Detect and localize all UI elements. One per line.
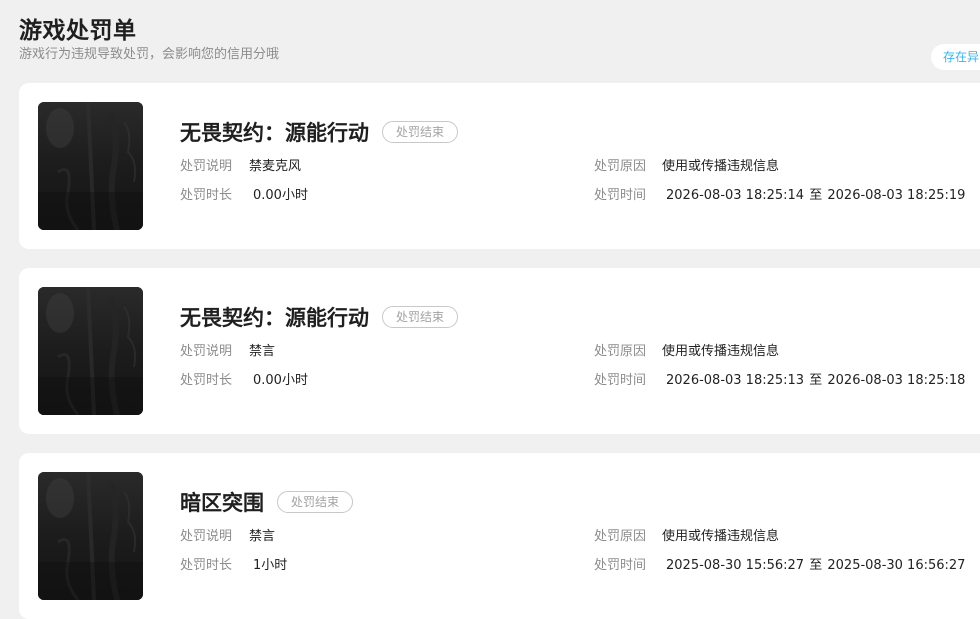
time-separator: 至 (809, 373, 823, 388)
game-cover-image (38, 287, 143, 415)
time-value: 2025-08-30 15:56:27 至 2025-08-30 16:56:2… (666, 557, 965, 575)
time-end: 2026-08-03 18:25:19 (827, 188, 966, 203)
penalty-reason: 处罚原因 使用或传播违规信息 (594, 158, 779, 176)
page-header: 游戏处罚单 游戏行为违规导致处罚，会影响您的信用分哦 (19, 16, 279, 64)
reason-value: 使用或传播违规信息 (662, 159, 780, 174)
description-label: 处罚说明 (180, 529, 233, 544)
penalty-description: 处罚说明 禁言 (180, 528, 275, 546)
status-badge: 处罚结束 (382, 121, 459, 143)
notice-pill-button[interactable]: 存在异 (931, 44, 980, 70)
penalty-card[interactable]: 无畏契约：源能行动 处罚结束 处罚说明 禁麦克风 处罚时长 0.00小时 处罚原因使… (19, 83, 980, 249)
penalty-duration: 处罚时长 0.00小时 (180, 187, 308, 205)
penalty-description: 处罚说明 禁言 (180, 343, 275, 361)
penalty-duration: 处罚时长 0.00小时 (180, 372, 308, 390)
reason-label: 处罚原因 (594, 529, 647, 544)
game-title: 无畏契约：源能行动 (180, 306, 369, 330)
penalty-card[interactable]: 暗区突围 处罚结束 处罚说明 禁言 处罚时长 1小时 处罚原因 使用或传播违规信息 处… (19, 453, 980, 619)
reason-value: 使用或传播违规信息 (662, 529, 780, 544)
reason-label: 处罚原因 (594, 159, 647, 174)
game-cover-image (38, 102, 143, 230)
penalty-time: 处罚时间 2026-08-03 18:25:14 至 2026-08-03 18:… (594, 187, 965, 205)
reason-value: 使用或传播违规信息 (662, 344, 780, 359)
page-subtitle: 游戏行为违规导致处罚，会影响您的信用分哦 (19, 47, 280, 62)
game-cover-image (38, 472, 143, 600)
game-title-row: 无畏契约：源能行动 处罚结束 (180, 117, 459, 147)
status-badge: 处罚结束 (277, 491, 354, 513)
penalty-time: 处罚时间 2025-08-30 15:56:27 至 2025-08-30 16:… (594, 557, 965, 575)
description-label: 处罚说明 (180, 344, 233, 359)
game-title: 无畏契约：源能行动 (180, 121, 369, 145)
description-label: 处罚说明 (180, 159, 233, 174)
time-value: 2026-08-03 18:25:13 至 2026-08-03 18:25:1… (666, 372, 965, 390)
duration-label: 处罚时长 (180, 188, 233, 203)
time-start: 2025-08-30 15:56:27 (666, 558, 805, 573)
time-end: 2026-08-03 18:25:18 (827, 373, 966, 388)
time-separator: 至 (809, 188, 823, 203)
game-title-row: 暗区突围 处罚结束 (180, 487, 354, 517)
time-label: 处罚时间 (594, 188, 647, 203)
game-title: 暗区突围 (180, 491, 264, 515)
description-value: 禁麦克风 (249, 159, 302, 174)
penalty-description: 处罚说明 禁麦克风 (180, 158, 301, 176)
duration-label: 处罚时长 (180, 558, 233, 573)
penalty-reason: 处罚原因 使用或传播违规信息 (594, 528, 779, 546)
time-start: 2026-08-03 18:25:13 (666, 373, 805, 388)
description-value: 禁言 (249, 529, 276, 544)
penalty-time: 处罚时间 2026-08-03 18:25:13 至 2026-08-03 18:… (594, 372, 965, 390)
penalty-card[interactable]: 无畏契约：源能行动 处罚结束 处罚说明 禁言 处罚时长 0.00小时 处罚原因 使用或… (19, 268, 980, 434)
penalty-reason: 处罚原因 使用或传播违规信息 (594, 343, 779, 361)
reason-label: 处罚原因 (594, 344, 647, 359)
status-badge: 处罚结束 (382, 306, 459, 328)
penalty-duration: 处罚时长 1小时 (180, 557, 287, 575)
time-end: 2025-08-30 16:56:27 (827, 558, 966, 573)
time-separator: 至 (809, 558, 823, 573)
duration-value: 1小时 (253, 558, 288, 573)
time-label: 处罚时间 (594, 558, 647, 573)
duration-value: 0.00小时 (253, 373, 308, 388)
time-start: 2026-08-03 18:25:14 (666, 188, 805, 203)
description-value: 禁言 (249, 344, 276, 359)
page-title: 游戏处罚单 (19, 18, 137, 44)
game-title-row: 无畏契约：源能行动 处罚结束 (180, 302, 459, 332)
duration-value: 0.00小时 (253, 188, 308, 203)
time-label: 处罚时间 (594, 373, 647, 388)
time-value: 2026-08-03 18:25:14 至 2026-08-03 18:25:1… (666, 187, 965, 205)
duration-label: 处罚时长 (180, 373, 233, 388)
